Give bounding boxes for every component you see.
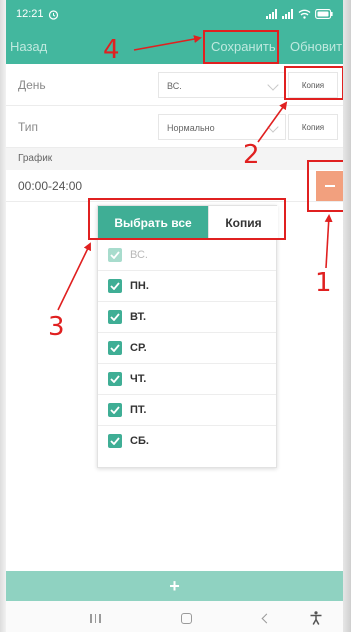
settings-form: День ВС. Копия Тип Нормально Копия xyxy=(6,64,343,148)
alarm-icon xyxy=(48,9,58,20)
day-option[interactable]: ВТ. xyxy=(98,301,276,332)
type-select-value: Нормально xyxy=(167,123,215,133)
day-copy-button[interactable]: Копия xyxy=(288,72,338,98)
refresh-button[interactable]: Обновить xyxy=(290,39,349,54)
save-button[interactable]: Сохранить xyxy=(211,39,276,54)
day-option[interactable]: ПТ. xyxy=(98,394,276,425)
select-all-button[interactable]: Выбрать все xyxy=(98,206,208,239)
day-select-value: ВС. xyxy=(167,81,182,91)
day-option[interactable]: СБ. xyxy=(98,425,276,456)
chevron-down-icon xyxy=(267,121,279,133)
annotation-number-3: 3 xyxy=(48,312,65,342)
arrow-3 xyxy=(57,242,91,311)
day-option[interactable]: ЧТ. xyxy=(98,363,276,394)
day-select[interactable]: ВС. xyxy=(158,72,286,98)
home-icon[interactable] xyxy=(181,613,192,624)
wifi-icon xyxy=(298,9,311,19)
remove-schedule-button[interactable] xyxy=(316,171,344,201)
battery-icon xyxy=(315,9,333,19)
back-button[interactable]: Назад xyxy=(10,39,47,54)
copy-days-popup: Выбрать все Копия ВС. ПН. ВТ. СР. ЧТ. ПТ. СБ. xyxy=(97,205,278,468)
arrow-1 xyxy=(324,214,333,269)
checkbox-checked-icon[interactable] xyxy=(108,279,122,293)
minus-icon xyxy=(325,185,335,187)
checkbox-checked-icon[interactable] xyxy=(108,341,122,355)
checkbox-checked-icon xyxy=(108,248,122,262)
signal-icon xyxy=(266,9,277,19)
status-bar: 12:21 xyxy=(6,0,343,28)
annotation-number-4: 4 xyxy=(103,35,120,65)
schedule-entry[interactable]: 00:00-24:00 xyxy=(6,170,343,202)
checkbox-checked-icon[interactable] xyxy=(108,434,122,448)
add-button[interactable]: + xyxy=(6,571,343,601)
status-time: 12:21 xyxy=(16,8,44,20)
day-option-label: СБ. xyxy=(130,435,149,447)
annotation-number-2: 2 xyxy=(243,140,260,170)
day-option[interactable]: ПН. xyxy=(98,270,276,301)
accessibility-icon[interactable] xyxy=(310,611,322,625)
type-label: Тип xyxy=(18,120,39,134)
system-nav-bar xyxy=(6,601,343,632)
day-option-label: СР. xyxy=(130,342,147,354)
type-copy-button[interactable]: Копия xyxy=(288,114,338,140)
checkbox-checked-icon[interactable] xyxy=(108,310,122,324)
type-select[interactable]: Нормально xyxy=(158,114,286,140)
signal-icon-2 xyxy=(282,9,293,19)
annotation-number-1: 1 xyxy=(315,268,332,298)
phone-screen: 12:21 Назад Сохранить Обновить День ВС. … xyxy=(0,0,351,632)
day-option[interactable]: СР. xyxy=(98,332,276,363)
day-option-label: ВС. xyxy=(130,249,148,261)
schedule-header: График xyxy=(6,148,343,170)
app-bar: Назад Сохранить Обновить xyxy=(6,28,349,64)
day-option: ВС. xyxy=(98,239,276,270)
day-label: День xyxy=(18,78,46,92)
day-option-label: ВТ. xyxy=(130,311,147,323)
day-option-label: ПН. xyxy=(130,280,149,292)
type-row: Тип Нормально Копия xyxy=(6,106,343,148)
day-option-label: ПТ. xyxy=(130,404,147,416)
day-row: День ВС. Копия xyxy=(6,64,343,106)
popup-copy-button[interactable]: Копия xyxy=(208,206,278,239)
recent-apps-icon[interactable] xyxy=(90,614,104,623)
back-nav-icon[interactable] xyxy=(261,613,272,624)
day-option-label: ЧТ. xyxy=(130,373,147,385)
checkbox-checked-icon[interactable] xyxy=(108,372,122,386)
chevron-down-icon xyxy=(267,79,279,91)
checkbox-checked-icon[interactable] xyxy=(108,403,122,417)
